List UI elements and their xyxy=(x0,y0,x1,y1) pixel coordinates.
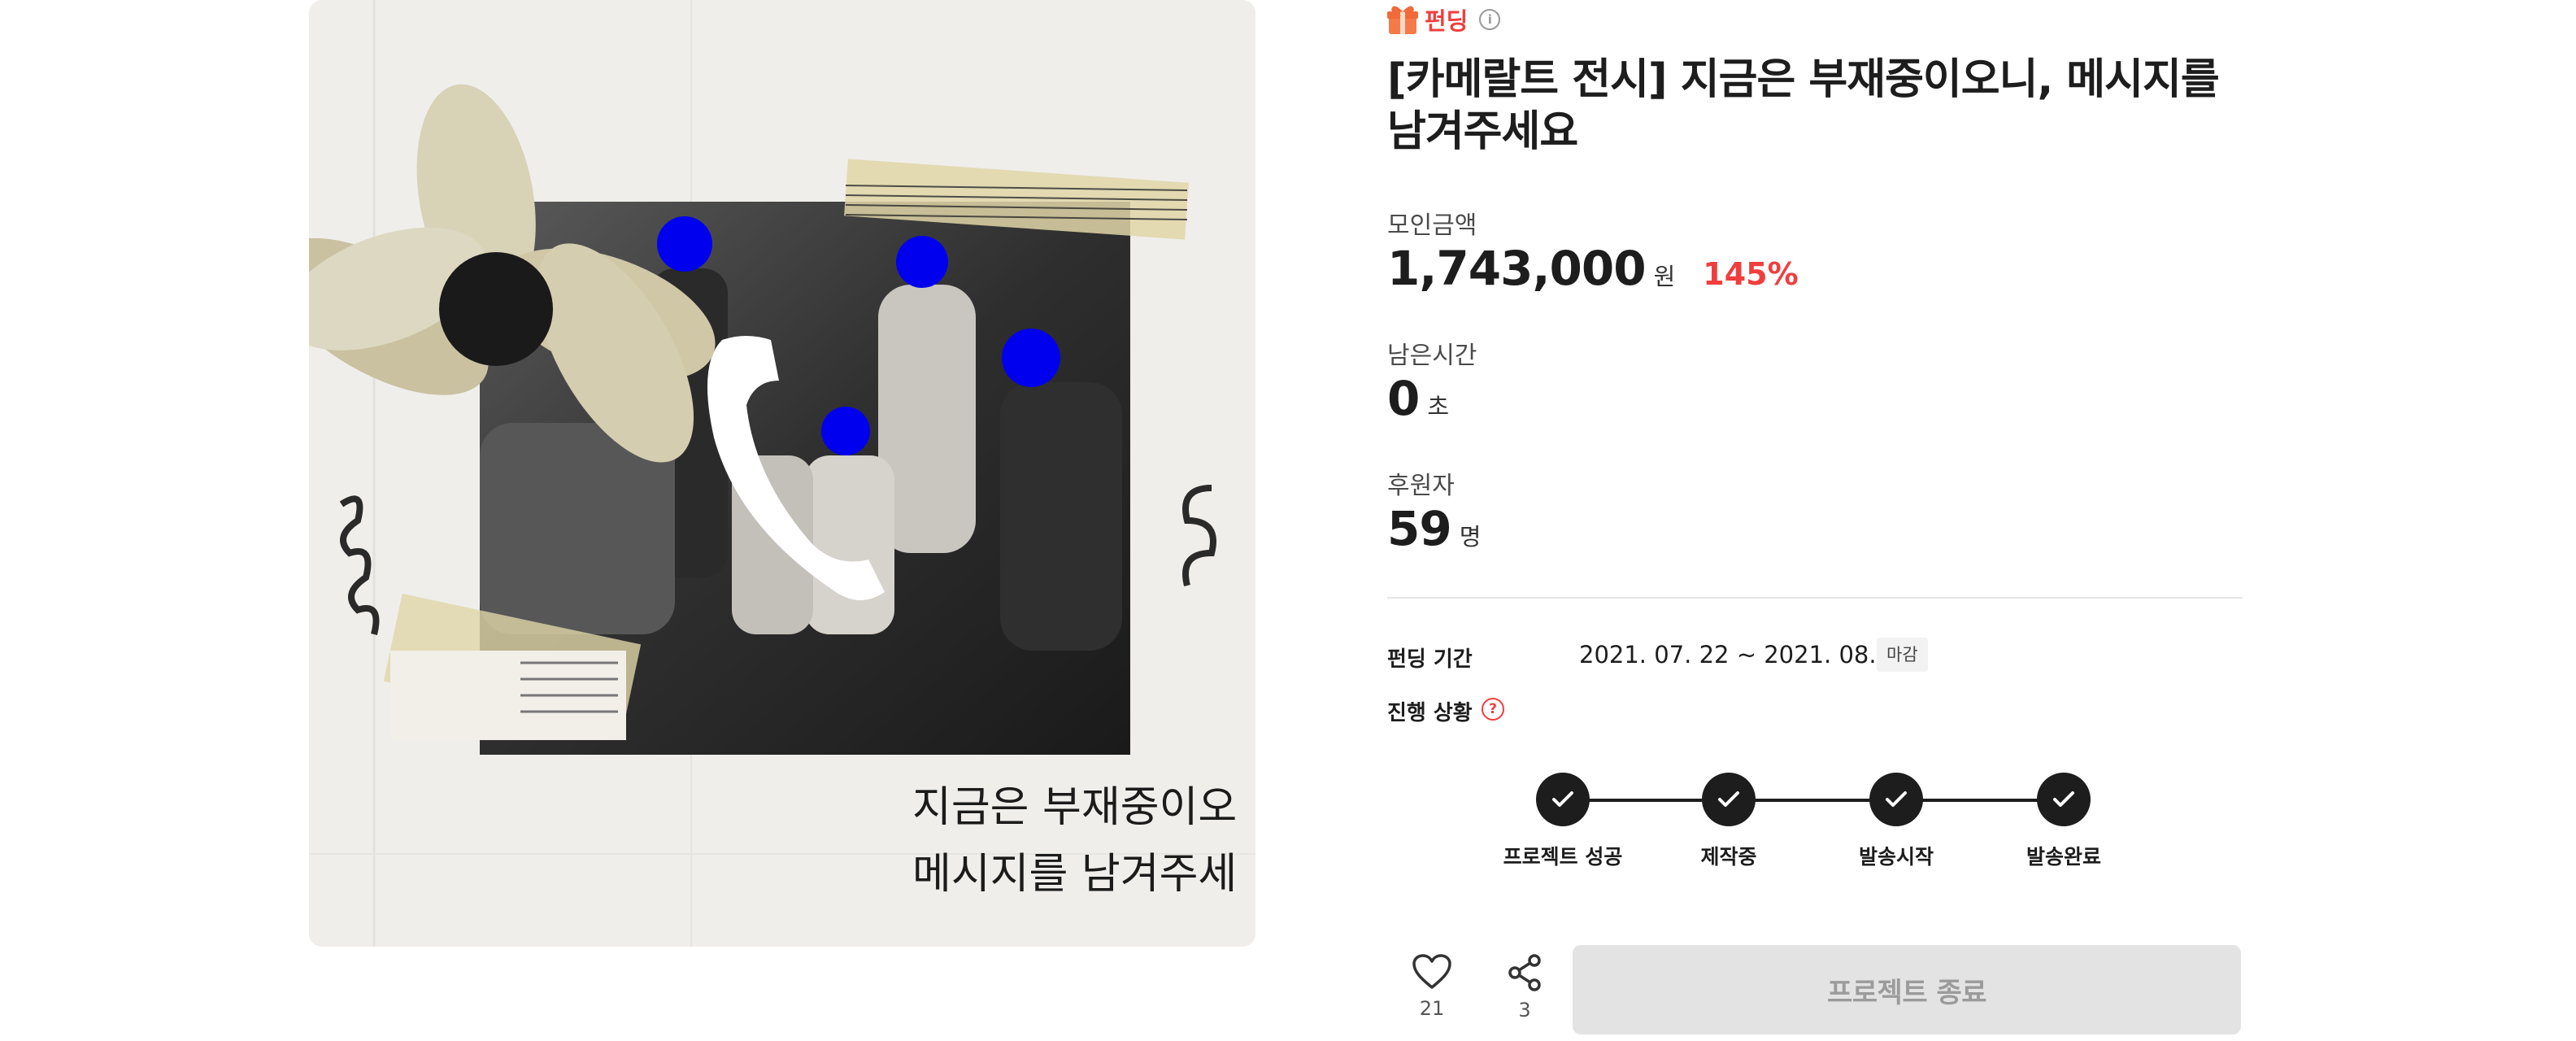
check-icon xyxy=(1536,773,1590,826)
backers-value-row: 59 명 xyxy=(1387,501,1481,556)
amount-percent: 145% xyxy=(1703,256,1799,292)
like-button[interactable]: 21 xyxy=(1403,953,1460,1020)
gift-icon xyxy=(1387,6,1418,34)
check-icon xyxy=(1702,773,1756,826)
share-count: 3 xyxy=(1518,999,1531,1021)
like-count: 21 xyxy=(1419,997,1445,1020)
category-row: 펀딩 i xyxy=(1387,0,1501,39)
backers-label: 후원자 xyxy=(1387,472,1455,500)
hero-caption: 지금은 부재중이오 메시지를 남겨주세 xyxy=(912,774,1255,908)
help-icon[interactable]: ? xyxy=(1482,698,1504,721)
step-label: 발송시작 xyxy=(1858,845,1934,869)
amount-value: 1,743,000 xyxy=(1387,241,1647,296)
category-label[interactable]: 펀딩 xyxy=(1425,2,1468,37)
step-label: 발송완료 xyxy=(2026,845,2101,869)
amount-unit: 원 xyxy=(1653,263,1676,290)
period-label: 펀딩 기간 xyxy=(1387,647,1473,672)
time-label: 남은시간 xyxy=(1387,342,1477,370)
step-project-success: 프로젝트 성공 xyxy=(1490,773,1636,870)
project-ended-button[interactable]: 프로젝트 종료 xyxy=(1573,945,2241,1034)
closed-badge: 마감 xyxy=(1877,638,1928,672)
heart-icon xyxy=(1412,954,1451,989)
status-label: 진행 상황 xyxy=(1387,701,1473,725)
step-in-production: 제작중 xyxy=(1656,773,1802,870)
share-icon xyxy=(1508,954,1541,991)
amount-label: 모인금액 xyxy=(1387,211,1477,240)
step-shipping-started: 발송시작 xyxy=(1823,773,1969,870)
check-icon xyxy=(1869,773,1923,826)
amount-value-row: 1,743,000 원 145% xyxy=(1387,241,1799,296)
step-label: 제작중 xyxy=(1700,845,1757,869)
project-title: [카메랄트 전시] 지금은 부재중이오니, 메시지를 남겨주세요 xyxy=(1387,55,2220,156)
step-label: 프로젝트 성공 xyxy=(1503,845,1623,869)
hero-caption-line2: 메시지를 남겨주세 xyxy=(912,850,1238,899)
backers-unit: 명 xyxy=(1459,523,1482,551)
step-shipping-complete: 발송완료 xyxy=(1991,773,2137,870)
backers-value: 59 xyxy=(1387,501,1452,556)
check-icon xyxy=(2037,773,2091,826)
share-button[interactable]: 3 xyxy=(1496,953,1553,1021)
time-value: 0 xyxy=(1387,371,1420,426)
hero-caption-line1: 지금은 부재중이오 xyxy=(912,783,1238,832)
progress-line xyxy=(1563,799,2059,802)
time-value-row: 0 초 xyxy=(1387,371,1449,426)
project-hero-image: 지금은 부재중이오 메시지를 남겨주세 xyxy=(309,0,1255,947)
progress-steps: 프로젝트 성공 제작중 발송시작 발송완료 xyxy=(1387,773,2243,870)
info-icon[interactable]: i xyxy=(1479,9,1501,30)
period-value: 2021. 07. 22 ~ 2021. 08. 04 xyxy=(1579,641,1914,669)
divider xyxy=(1387,597,2243,599)
time-unit: 초 xyxy=(1427,393,1450,420)
